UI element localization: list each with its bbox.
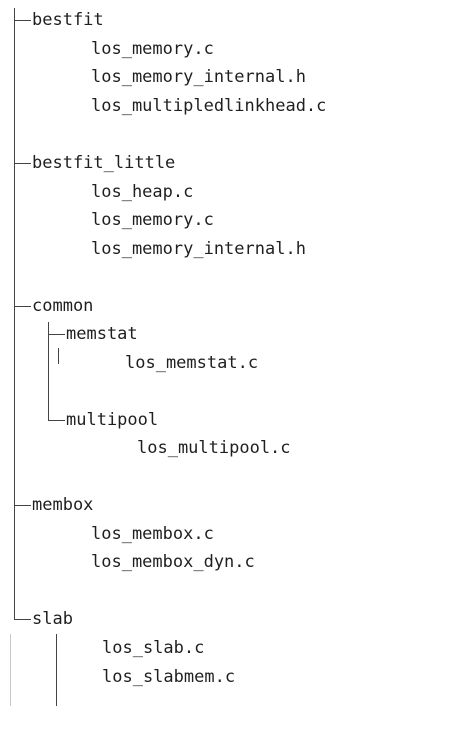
file-label: los_memory.c — [91, 210, 214, 230]
file-label: los_slab.c — [102, 638, 205, 658]
file-los-membox-c[interactable]: los_membox.c — [0, 520, 214, 548]
directory-tree: bestfit los_memory.c los_memory_internal… — [0, 0, 472, 706]
file-label: los_heap.c — [91, 182, 194, 202]
file-los-memory-c[interactable]: los_memory.c — [0, 35, 214, 63]
file-label: los_slabmem.c — [102, 667, 236, 687]
file-los-memory-internal-h[interactable]: los_memory_internal.h — [0, 63, 306, 91]
file-label: los_memory.c — [91, 39, 214, 59]
folder-label-slab: slab — [32, 609, 73, 629]
file-los-memory-internal-h-2[interactable]: los_memory_internal.h — [0, 235, 306, 263]
folder-label-bestfit: bestfit — [32, 10, 104, 30]
file-los-multipledlinkhead-c[interactable]: los_multipledlinkhead.c — [0, 92, 326, 120]
file-label: los_memstat.c — [125, 353, 259, 373]
branch-multipool — [48, 420, 65, 421]
folder-label-memstat: memstat — [66, 324, 138, 344]
slab-guide-line-right — [56, 634, 57, 706]
file-los-slabmem-c[interactable]: los_slabmem.c — [0, 663, 235, 691]
folder-label-multipool: multipool — [66, 410, 159, 430]
common-inner-line — [48, 322, 49, 420]
file-label: los_multipool.c — [137, 438, 291, 458]
folder-label-membox: membox — [32, 495, 94, 515]
folder-slab[interactable]: slab — [0, 605, 73, 633]
folder-label-bestfit-little: bestfit_little — [32, 153, 176, 173]
file-los-slab-c[interactable]: los_slab.c — [0, 634, 204, 662]
folder-bestfit-little[interactable]: bestfit_little — [0, 149, 175, 177]
file-los-memory-c-2[interactable]: los_memory.c — [0, 206, 214, 234]
file-los-heap-c[interactable]: los_heap.c — [0, 178, 193, 206]
folder-common[interactable]: common — [0, 292, 93, 320]
folder-membox[interactable]: membox — [0, 491, 93, 519]
memstat-inner-line — [58, 348, 59, 364]
folder-multipool[interactable]: multipool — [0, 406, 158, 434]
branch-memstat — [48, 334, 65, 335]
file-los-multipool-c[interactable]: los_multipool.c — [0, 434, 291, 462]
file-label: los_membox.c — [91, 524, 214, 544]
folder-memstat[interactable]: memstat — [0, 320, 138, 348]
file-label: los_membox_dyn.c — [91, 552, 255, 572]
folder-bestfit[interactable]: bestfit — [0, 6, 104, 34]
file-los-memstat-c[interactable]: los_memstat.c — [0, 349, 258, 377]
file-label: los_multipledlinkhead.c — [91, 96, 327, 116]
file-label: los_memory_internal.h — [91, 239, 306, 259]
file-label: los_memory_internal.h — [91, 67, 306, 87]
folder-label-common: common — [32, 296, 94, 316]
file-los-membox-dyn-c[interactable]: los_membox_dyn.c — [0, 548, 255, 576]
